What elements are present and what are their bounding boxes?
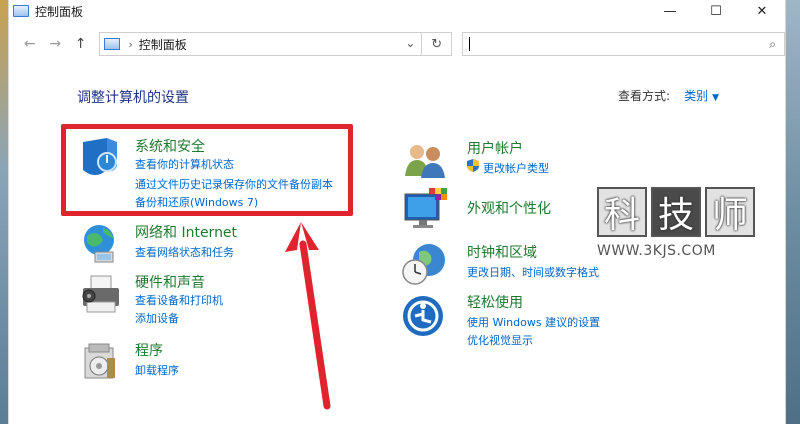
category-link[interactable]: 查看网络状态和任务 xyxy=(135,244,234,260)
window-title: 控制面板 xyxy=(35,4,84,19)
category-link[interactable]: 优化视觉显示 xyxy=(467,332,533,348)
network-icon xyxy=(84,225,114,263)
navigation-bar: ← → ↑ › 控制面板 ⌄ ↻ ⌕ xyxy=(9,22,785,66)
watermark-chars: 科 技 师 xyxy=(597,187,767,237)
search-input[interactable]: ⌕ xyxy=(461,32,785,56)
category-user-accounts: 用户帐户 更改帐户类型 xyxy=(401,138,621,182)
category-appearance: 外观和个性化 xyxy=(401,186,601,236)
category-link[interactable]: 使用 Windows 建议的设置 xyxy=(467,314,600,330)
search-icon[interactable]: ⌕ xyxy=(769,37,776,52)
control-panel-icon xyxy=(104,38,121,50)
control-panel-icon xyxy=(13,5,29,17)
window-controls: — ☐ ✕ xyxy=(647,0,785,22)
view-by-dropdown[interactable]: 类别 xyxy=(684,89,708,103)
category-link[interactable]: 更改帐户类型 xyxy=(483,160,549,176)
minimize-button[interactable]: — xyxy=(647,0,693,22)
refresh-icon[interactable]: ↻ xyxy=(422,32,452,56)
watermark: 科 技 师 WWW.3KJS.COM xyxy=(597,187,767,259)
category-title[interactable]: 时钟和区域 xyxy=(467,242,537,262)
users-icon xyxy=(405,145,445,178)
category-programs: 程序 卸载程序 xyxy=(77,338,277,388)
watermark-char: 科 xyxy=(597,187,647,237)
uac-shield-icon xyxy=(467,159,479,172)
red-arrow-icon xyxy=(285,222,331,410)
dropdown-arrow-icon[interactable]: ▼ xyxy=(712,93,719,103)
category-link[interactable]: 更改日期、时间或数字格式 xyxy=(467,264,599,280)
view-by-control: 查看方式: 类别 ▼ xyxy=(618,87,719,104)
category-title[interactable]: 外观和个性化 xyxy=(467,198,551,218)
category-title[interactable]: 网络和 Internet xyxy=(135,222,237,242)
watermark-char: 技 xyxy=(651,187,701,237)
category-title[interactable]: 用户帐户 xyxy=(467,138,523,158)
chevron-down-icon[interactable]: ⌄ xyxy=(405,36,415,50)
category-title[interactable]: 轻松使用 xyxy=(467,292,523,312)
red-highlight-box xyxy=(61,124,353,216)
category-link[interactable]: 添加设备 xyxy=(135,310,179,326)
category-title[interactable]: 程序 xyxy=(135,340,163,360)
maximize-button[interactable]: ☐ xyxy=(693,0,739,22)
page-title: 调整计算机的设置 xyxy=(77,90,189,106)
printer-icon xyxy=(82,275,119,313)
accessibility-icon xyxy=(403,296,443,336)
watermark-url: WWW.3KJS.COM xyxy=(597,243,716,259)
close-button[interactable]: ✕ xyxy=(739,0,785,22)
text-caret xyxy=(468,37,470,51)
address-bar[interactable]: › 控制面板 ⌄ xyxy=(99,32,423,56)
monitor-palette-icon xyxy=(404,188,447,228)
back-arrow-icon[interactable]: ← xyxy=(17,36,42,52)
breadcrumb-separator-icon[interactable]: › xyxy=(128,38,132,51)
category-title[interactable]: 硬件和声音 xyxy=(135,272,205,292)
control-panel-window: 控制面板 — ☐ ✕ ← → ↑ › 控制面板 ⌄ ↻ ⌕ 调整计算机的设置 查… xyxy=(8,0,786,424)
category-link[interactable]: 查看设备和打印机 xyxy=(135,292,223,308)
breadcrumb[interactable]: 控制面板 xyxy=(139,36,187,53)
desktop-background-right xyxy=(786,0,800,424)
category-ease-of-access: 轻松使用 使用 Windows 建议的设置 优化视觉显示 xyxy=(401,292,661,348)
title-bar: 控制面板 — ☐ ✕ xyxy=(9,0,785,22)
forward-arrow-icon[interactable]: → xyxy=(42,36,67,52)
up-arrow-icon[interactable]: ↑ xyxy=(68,36,93,52)
view-by-label: 查看方式: xyxy=(618,89,671,103)
programs-icon xyxy=(84,343,115,379)
watermark-char: 师 xyxy=(705,187,755,237)
clock-globe-icon xyxy=(402,244,445,285)
category-link[interactable]: 卸载程序 xyxy=(135,362,179,378)
